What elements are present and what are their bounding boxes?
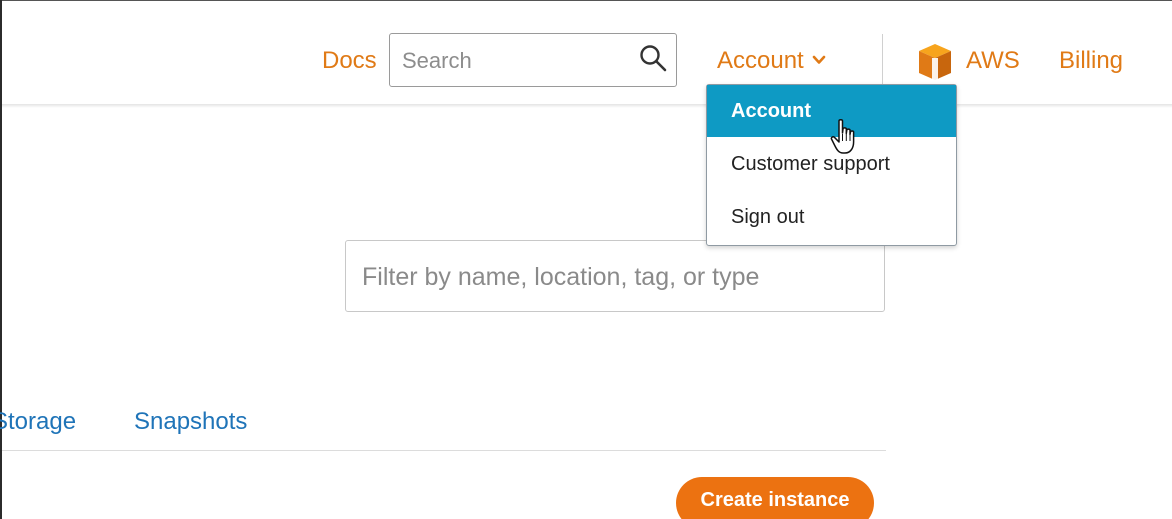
search-icon[interactable] xyxy=(638,43,668,73)
hand-pointer-cursor xyxy=(830,119,855,154)
tab-snapshots[interactable]: Snapshots xyxy=(134,408,247,436)
account-menu-button[interactable]: Account xyxy=(717,47,826,75)
filter-field[interactable] xyxy=(345,240,885,312)
account-menu-label: Account xyxy=(717,47,804,74)
aws-link[interactable]: AWS xyxy=(966,47,1020,75)
header-shadow xyxy=(2,104,1172,108)
search-input[interactable] xyxy=(400,44,624,78)
nav-divider xyxy=(882,34,883,90)
account-dropdown-menu: Account Customer support Sign out xyxy=(706,84,957,246)
docs-link[interactable]: Docs xyxy=(322,47,377,75)
chevron-down-icon xyxy=(812,55,826,64)
search-field[interactable] xyxy=(389,33,677,87)
tab-divider xyxy=(2,450,886,451)
billing-link[interactable]: Billing xyxy=(1059,47,1123,75)
tab-storage[interactable]: Storage xyxy=(0,408,76,436)
lightsail-console: Docs Account AWS Billing Storage Snapsho… xyxy=(0,0,1172,519)
filter-input[interactable] xyxy=(360,259,864,295)
menu-item-sign-out[interactable]: Sign out xyxy=(707,191,956,243)
create-instance-button[interactable]: Create instance xyxy=(676,477,874,519)
aws-cube-logo xyxy=(919,44,951,80)
